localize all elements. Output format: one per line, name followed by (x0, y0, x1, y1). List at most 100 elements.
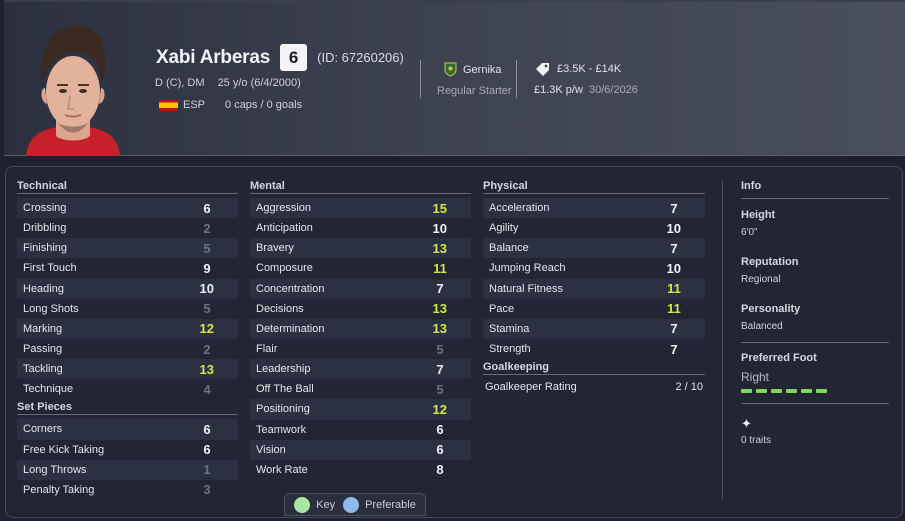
attribute-row[interactable]: Penalty Taking 3 (17, 480, 238, 500)
attribute-row[interactable]: Decisions 13 (250, 299, 471, 319)
attribute-value: 11 (667, 281, 681, 297)
attribute-label: Teamwork (256, 423, 307, 436)
foot-strength-bar (741, 389, 889, 393)
attribute-value: 7 (670, 321, 678, 337)
attribute-row[interactable]: Free Kick Taking 6 (17, 440, 238, 460)
club-link[interactable]: Gernika (444, 62, 502, 77)
attribute-row[interactable]: Finishing 5 (17, 238, 238, 259)
attribute-row[interactable]: Long Shots 5 (17, 299, 238, 319)
club-crest-icon (444, 62, 457, 77)
legend-preferable[interactable]: Preferable (343, 496, 416, 513)
info-divider (722, 180, 723, 500)
attribute-label: Anticipation (256, 222, 313, 235)
attribute-row[interactable]: Long Throws 1 (17, 459, 238, 480)
attribute-row[interactable]: First Touch 9 (17, 258, 238, 278)
attribute-value: 1 (203, 462, 211, 478)
attribute-row[interactable]: Stamina 7 (483, 318, 705, 339)
attribute-value: 9 (203, 260, 211, 276)
attribute-row[interactable]: Acceleration 7 (483, 198, 705, 219)
attribute-label: Free Kick Taking (23, 443, 105, 456)
attribute-label: Finishing (23, 242, 68, 255)
attribute-value: 7 (436, 281, 444, 297)
player-age: 25 y/o (6/4/2000) (217, 77, 301, 89)
attribute-value: 6 (203, 200, 211, 216)
attribute-row[interactable]: Balance 7 (483, 238, 705, 259)
attribute-label: First Touch (23, 262, 77, 275)
attribute-label: Flair (256, 343, 278, 356)
attribute-row[interactable]: Heading 10 (17, 278, 238, 299)
attribute-row[interactable]: Agility 10 (483, 218, 705, 238)
attribute-row[interactable]: Marking 12 (17, 318, 238, 339)
attribute-label: Heading (23, 282, 64, 295)
attribute-value: 11 (433, 260, 447, 276)
attribute-value: 7 (436, 361, 444, 377)
attribute-row[interactable]: Anticipation 10 (250, 218, 471, 238)
attribute-label: Off The Ball (256, 383, 314, 396)
attribute-row[interactable]: Bravery 13 (250, 238, 471, 259)
price-tag-icon (536, 63, 549, 76)
attribute-row[interactable]: Composure 11 (250, 258, 471, 278)
attribute-row[interactable]: Corners 6 (17, 419, 238, 440)
attribute-row[interactable]: Teamwork 6 (250, 420, 471, 440)
attribute-label: Determination (256, 322, 325, 335)
attribute-label: Agility (489, 222, 519, 235)
physical-list: Acceleration 7 Agility 10 Balance 7 Jumping Re… (483, 198, 705, 359)
attribute-row[interactable]: Concentration 7 (250, 278, 471, 299)
player-header: Xabi Arberas 6 (ID: 67260206) D (C), DM … (4, 0, 905, 156)
attribute-value: 12 (432, 401, 447, 417)
mental-column: Mental Aggression 15 Anticipation 10 Bravery… (250, 180, 471, 480)
player-id: (ID: 67260206) (317, 50, 404, 65)
divider (420, 60, 421, 98)
attribute-value: 7 (670, 200, 678, 216)
attribute-value: 5 (203, 240, 211, 256)
info-column: Info Height 6'0" Reputation Regional Per… (741, 180, 889, 446)
player-nation[interactable]: ESP (183, 99, 205, 111)
foot-bar-segment (771, 389, 782, 393)
attribute-value: 5 (203, 301, 211, 317)
height-value: 6'0" (741, 227, 758, 238)
attribute-row[interactable]: Aggression 15 (250, 198, 471, 219)
legend-key[interactable]: Key (294, 496, 335, 513)
attribute-row[interactable]: Determination 13 (250, 318, 471, 339)
attribute-row[interactable]: Positioning 12 (250, 399, 471, 420)
attribute-row[interactable]: Natural Fitness 11 (483, 278, 705, 299)
attribute-row[interactable]: Work Rate 8 (250, 460, 471, 480)
attribute-value: 5 (436, 341, 444, 357)
attribute-label: Long Throws (23, 463, 87, 476)
attribute-row[interactable]: Crossing 6 (17, 198, 238, 219)
foot-bar-segment (801, 389, 812, 393)
attribute-label: Natural Fitness (489, 282, 563, 295)
attribute-value: 12 (199, 321, 214, 337)
foot-bar-segment (816, 389, 827, 393)
attribute-value: 13 (432, 301, 447, 317)
attribute-value: 10 (199, 281, 214, 297)
attribute-value: 6 (203, 442, 211, 458)
attribute-label: Strength (489, 343, 531, 356)
attribute-value: 4 (203, 381, 211, 397)
attribute-row[interactable]: Flair 5 (250, 339, 471, 359)
attribute-row[interactable]: Leadership 7 (250, 359, 471, 380)
attribute-row[interactable]: Dribbling 2 (17, 218, 238, 238)
attribute-value: 13 (199, 361, 214, 377)
sparkle-icon: ✦ (741, 416, 752, 431)
attribute-row[interactable]: Pace 11 (483, 299, 705, 319)
traits-count[interactable]: 0 traits (741, 435, 889, 446)
attribute-value: 6 (203, 421, 211, 437)
attribute-label: Jumping Reach (489, 262, 566, 275)
attribute-row[interactable]: Tackling 13 (17, 359, 238, 380)
attribute-label: Crossing (23, 202, 67, 215)
attribute-row[interactable]: Technique 4 (17, 379, 238, 399)
attribute-label: Corners (23, 423, 63, 436)
divider (516, 60, 517, 98)
attribute-row[interactable]: Jumping Reach 10 (483, 258, 705, 278)
wage-line: £1.3K p/w 30/6/2026 (534, 84, 638, 96)
attribute-value: 6 (436, 422, 444, 438)
legend: Key Preferable (284, 493, 426, 516)
attribute-row[interactable]: Off The Ball 5 (250, 379, 471, 399)
attribute-value: 10 (666, 260, 681, 276)
attribute-row[interactable]: Strength 7 (483, 339, 705, 359)
attribute-row[interactable]: Passing 2 (17, 339, 238, 359)
attribute-label: Stamina (489, 322, 530, 335)
attribute-value: 7 (670, 240, 678, 256)
attribute-row[interactable]: Vision 6 (250, 439, 471, 460)
